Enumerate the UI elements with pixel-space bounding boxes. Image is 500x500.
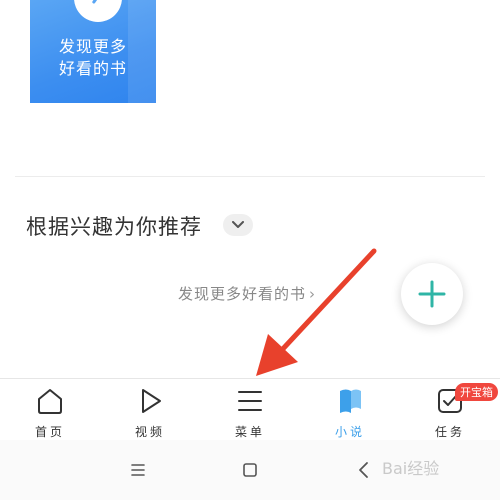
discover-more-link[interactable]: 发现更多好看的书 › — [178, 283, 316, 304]
book-icon — [340, 389, 361, 413]
back-icon[interactable] — [352, 458, 376, 482]
tab-task[interactable]: 开宝箱 任务 — [405, 379, 498, 441]
bottom-tab-bar: 首页 视频 菜单 小说 开宝箱 任务 — [0, 378, 500, 441]
tab-novel[interactable]: 小说 — [305, 379, 395, 441]
divider — [15, 176, 485, 177]
tab-label: 视频 — [134, 425, 165, 439]
add-button[interactable] — [401, 263, 463, 325]
expand-button[interactable] — [223, 214, 253, 236]
home-square-icon[interactable] — [238, 458, 262, 482]
tab-label: 小说 — [334, 425, 365, 439]
play-icon — [142, 389, 161, 413]
plus-icon — [418, 280, 446, 308]
more-link-text: 发现更多好看的书 — [178, 285, 307, 303]
card-text-line2: 好看的书 — [58, 59, 127, 78]
watermark-logo: Bai经验 — [382, 459, 440, 478]
task-badge: 开宝箱 — [455, 383, 498, 401]
chevron-right-icon: › — [309, 285, 317, 303]
card-text-line1: 发现更多 — [58, 37, 127, 56]
plus-circle-icon — [74, 0, 122, 22]
tab-menu[interactable]: 菜单 — [205, 379, 295, 441]
tab-label: 菜单 — [234, 425, 265, 439]
recent-apps-icon[interactable] — [126, 458, 150, 482]
menu-icon — [238, 391, 262, 411]
home-icon — [38, 389, 62, 414]
chevron-down-icon — [232, 221, 244, 228]
tab-home[interactable]: 首页 — [5, 379, 95, 441]
tab-label: 任务 — [434, 425, 465, 439]
discover-books-card[interactable]: 发现更多 好看的书 — [30, 0, 156, 103]
tab-video[interactable]: 视频 — [105, 379, 195, 441]
tab-label: 首页 — [34, 425, 65, 439]
section-title: 根据兴趣为你推荐 — [26, 215, 202, 239]
